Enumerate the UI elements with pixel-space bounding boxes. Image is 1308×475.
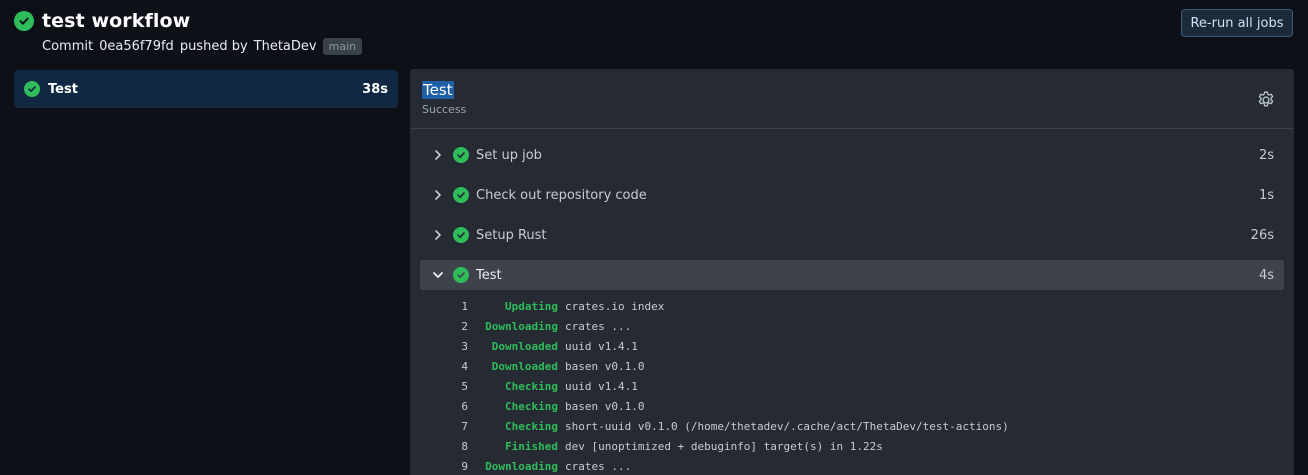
step-name: Test xyxy=(476,267,502,283)
line-number: 9 xyxy=(461,459,468,473)
rerun-all-jobs-button[interactable]: Re-run all jobs xyxy=(1181,9,1293,37)
step-set-up-job[interactable]: Set up job 2s xyxy=(420,140,1284,170)
log-line: 5 Checking uuid v1.4.1 xyxy=(446,376,1009,396)
step-duration: 1s xyxy=(1258,187,1274,203)
job-detail-panel: Test Success Set up job 2s Check out rep… xyxy=(410,69,1294,475)
log-line: 3 Downloaded uuid v1.4.1 xyxy=(446,336,1009,356)
job-list: Test 38s xyxy=(14,70,398,108)
log-line: 4 Downloaded basen v0.1.0 xyxy=(446,356,1009,376)
log-keyword: Checking xyxy=(505,379,558,393)
step-name: Check out repository code xyxy=(476,187,647,203)
chevron-right-icon xyxy=(435,190,441,200)
success-check-icon xyxy=(453,147,469,163)
line-number: 2 xyxy=(461,319,468,333)
chevron-right-icon xyxy=(435,230,441,240)
job-item-test[interactable]: Test 38s xyxy=(14,70,398,108)
success-check-icon xyxy=(453,187,469,203)
log-line: 2 Downloading crates ... xyxy=(446,316,1009,336)
chevron-right-icon xyxy=(435,150,441,160)
log-keyword: Checking xyxy=(505,399,558,413)
log-message: crates.io index xyxy=(565,299,665,313)
pushed-by-label: pushed by xyxy=(179,39,248,54)
commit-hash-link[interactable]: 0ea56f79fd xyxy=(99,39,174,54)
log-message: crates ... xyxy=(565,459,632,473)
line-number: 1 xyxy=(461,299,468,313)
log-line: 9 Downloading crates ... xyxy=(446,456,1009,475)
log-line: 6 Checking basen v0.1.0 xyxy=(446,396,1009,416)
log-keyword: Checking xyxy=(505,419,558,433)
workflow-header: test workflow Commit 0ea56f79fd pushed b… xyxy=(14,10,363,55)
line-number: 3 xyxy=(461,339,468,353)
commit-label: Commit xyxy=(42,39,94,54)
line-number: 4 xyxy=(461,359,468,373)
step-check-out-repository-code[interactable]: Check out repository code 1s xyxy=(420,180,1284,210)
chevron-down-icon xyxy=(433,272,443,278)
log-line: 1 Updating crates.io index xyxy=(446,296,1009,316)
log-keyword: Downloaded xyxy=(491,339,558,353)
job-name: Test xyxy=(48,81,78,97)
step-duration: 2s xyxy=(1258,147,1274,163)
success-check-icon xyxy=(453,227,469,243)
job-status: Success xyxy=(422,103,467,116)
job-title: Test xyxy=(422,81,454,99)
commit-info: Commit 0ea56f79fd pushed by ThetaDev mai… xyxy=(42,38,363,55)
log-line: 8 Finished dev [unoptimized + debuginfo] t… xyxy=(446,436,1009,456)
line-number: 7 xyxy=(461,419,468,433)
job-duration: 38s xyxy=(362,81,388,97)
author-link[interactable]: ThetaDev xyxy=(254,39,317,54)
log-message: dev [unoptimized + debuginfo] target(s) … xyxy=(565,439,883,453)
log-message: basen v0.1.0 xyxy=(565,399,645,413)
step-duration: 26s xyxy=(1250,227,1274,243)
log-keyword: Updating xyxy=(505,299,558,313)
log-message: short-uuid v0.1.0 (/home/thetadev/.cache… xyxy=(565,419,1009,433)
log-keyword: Downloaded xyxy=(491,359,558,373)
log-message: basen v0.1.0 xyxy=(565,359,645,373)
log-keyword: Finished xyxy=(505,439,558,453)
gear-icon[interactable] xyxy=(1256,90,1276,110)
step-name: Set up job xyxy=(476,147,542,163)
step-duration: 4s xyxy=(1258,267,1274,283)
line-number: 6 xyxy=(461,399,468,413)
panel-header: Test Success xyxy=(410,69,1294,129)
success-check-icon xyxy=(24,81,40,97)
success-check-icon xyxy=(453,267,469,283)
log-message: uuid v1.4.1 xyxy=(565,339,638,353)
log-message: crates ... xyxy=(565,319,632,333)
workflow-title: test workflow xyxy=(42,10,191,32)
log-line: 7 Checking short-uuid v0.1.0 (/home/thetad… xyxy=(446,416,1009,436)
step-name: Setup Rust xyxy=(476,227,547,243)
step-test[interactable]: Test 4s xyxy=(420,260,1284,290)
line-number: 5 xyxy=(461,379,468,393)
branch-badge[interactable]: main xyxy=(322,38,363,55)
step-setup-rust[interactable]: Setup Rust 26s xyxy=(420,220,1284,250)
line-number: 8 xyxy=(461,439,468,453)
log-keyword: Downloading xyxy=(485,319,558,333)
step-log-output: 1 Updating crates.io index 2 Downloading cra… xyxy=(446,296,1009,475)
log-keyword: Downloading xyxy=(485,459,558,473)
success-check-icon xyxy=(14,11,34,31)
log-message: uuid v1.4.1 xyxy=(565,379,638,393)
